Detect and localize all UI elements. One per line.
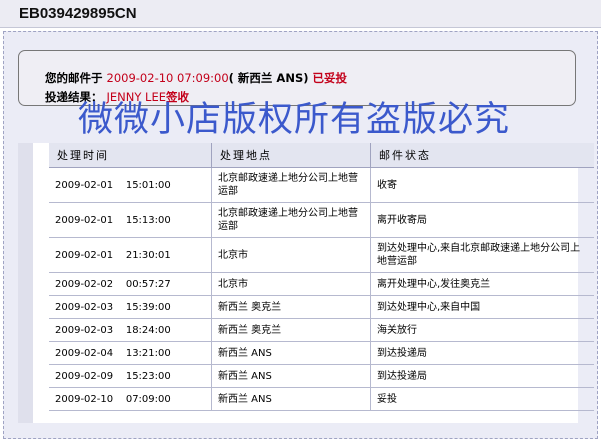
status-line: 您的邮件于 2009-02-10 07:09:00( 新西兰 ANS) 已妥投	[45, 70, 347, 86]
cell-time: 2009-02-01 15:13:00	[49, 202, 212, 238]
delivery-status-box: 您的邮件于 2009-02-10 07:09:00( 新西兰 ANS) 已妥投 …	[18, 50, 576, 106]
cell-location: 新西兰 ANS	[211, 387, 371, 411]
cell-status: 海关放行	[370, 318, 594, 342]
table-row: 2009-02-03 15:39:00 新西兰 奥克兰 到达处理中心,来自中国	[49, 295, 594, 319]
cell-location: 新西兰 ANS	[211, 341, 371, 365]
table-row: 2009-02-03 18:24:00 新西兰 奥克兰 海关放行	[49, 318, 594, 342]
column-header-status: 邮件状态	[370, 143, 594, 168]
cell-status: 收寄	[370, 167, 594, 203]
top-bar: EB039429895CN	[0, 0, 601, 28]
table-row: 2009-02-01 15:13:00 北京邮政速递上地分公司上地营运部 离开收…	[49, 202, 594, 238]
status-state: 已妥投	[312, 71, 348, 85]
tracking-table-container: 处理时间 处理地点 邮件状态 2009-02-01 15:01:00 北京邮政速…	[18, 143, 594, 423]
cell-status: 离开收寄局	[370, 202, 594, 238]
cell-time: 2009-02-03 18:24:00	[49, 318, 212, 342]
cell-location: 北京市	[211, 272, 371, 296]
watermark-text: 微微小店版权所有盗版必究	[78, 100, 511, 140]
cell-time: 2009-02-01 15:01:00	[49, 167, 212, 203]
cell-location: 新西兰 ANS	[211, 364, 371, 388]
column-header-time: 处理时间	[49, 143, 212, 168]
status-datetime: 2009-02-10 07:09:00	[106, 71, 229, 85]
status-prefix: 您的邮件于	[45, 71, 103, 85]
cell-location: 新西兰 奥克兰	[211, 295, 371, 319]
column-header-location: 处理地点	[211, 143, 371, 168]
table-row: 2009-02-02 00:57:27 北京市 离开处理中心,发往奥克兰	[49, 272, 594, 296]
cell-time: 2009-02-09 15:23:00	[49, 364, 212, 388]
table-row: 2009-02-10 07:09:00 新西兰 ANS 妥投	[49, 387, 594, 411]
cell-time: 2009-02-04 13:21:00	[49, 341, 212, 365]
cell-status: 到达投递局	[370, 341, 594, 365]
cell-location: 新西兰 奥克兰	[211, 318, 371, 342]
cell-status: 妥投	[370, 387, 594, 411]
cell-status: 离开处理中心,发往奥克兰	[370, 272, 594, 296]
cell-time: 2009-02-03 15:39:00	[49, 295, 212, 319]
cell-time: 2009-02-02 00:57:27	[49, 272, 212, 296]
status-destination: ( 新西兰 ANS)	[228, 71, 309, 85]
cell-status: 到达处理中心,来自中国	[370, 295, 594, 319]
table-header-row: 处理时间 处理地点 邮件状态	[49, 143, 594, 168]
cell-location: 北京邮政速递上地分公司上地营运部	[211, 202, 371, 238]
table-row: 2009-02-09 15:23:00 新西兰 ANS 到达投递局	[49, 364, 594, 388]
cell-time: 2009-02-01 21:30:01	[49, 237, 212, 273]
tracking-number: EB039429895CN	[19, 5, 137, 22]
table-row: 2009-02-01 21:30:01 北京市 到达处理中心,来自北京邮政速递上…	[49, 237, 594, 273]
tracking-table: 处理时间 处理地点 邮件状态 2009-02-01 15:01:00 北京邮政速…	[49, 143, 594, 411]
cell-time: 2009-02-10 07:09:00	[49, 387, 212, 411]
cell-location: 北京邮政速递上地分公司上地营运部	[211, 167, 371, 203]
cell-location: 北京市	[211, 237, 371, 273]
cell-status: 到达投递局	[370, 364, 594, 388]
table-row: 2009-02-01 15:01:00 北京邮政速递上地分公司上地营运部 收寄	[49, 167, 594, 203]
cell-status: 到达处理中心,来自北京邮政速递上地分公司上地营运部	[370, 237, 594, 273]
table-row: 2009-02-04 13:21:00 新西兰 ANS 到达投递局	[49, 341, 594, 365]
